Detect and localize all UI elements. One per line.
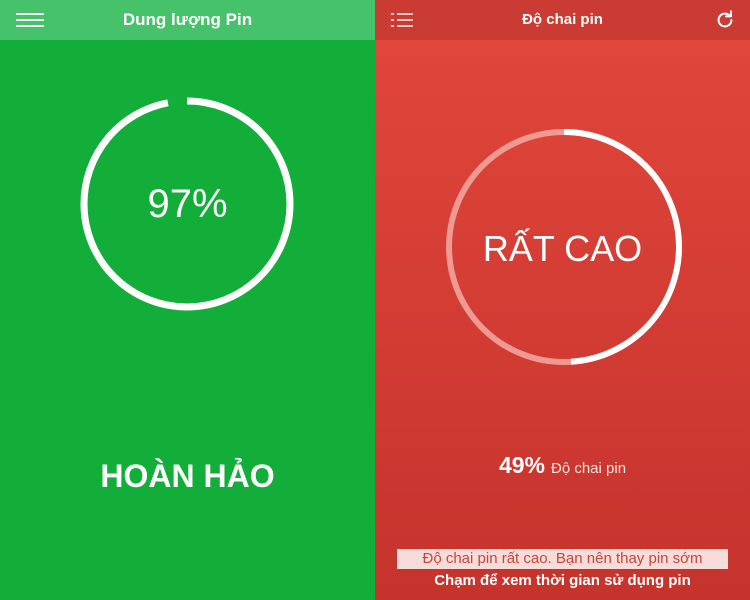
wear-label: Độ chai pin bbox=[551, 460, 627, 477]
wear-percent: 49% bbox=[498, 452, 545, 478]
wear-title: Độ chai pin bbox=[522, 11, 603, 28]
wear-advice: Độ chai pin rất cao. Bạn nên thay pin sớ… bbox=[397, 549, 728, 569]
wear-level: RẤT CAO bbox=[482, 228, 643, 269]
capacity-title: Dung lượng Pin bbox=[122, 10, 253, 29]
battery-capacity-panel: Dung lượng Pin 97% HOÀN HẢO bbox=[0, 0, 375, 600]
usage-time-link[interactable]: Chạm để xem thời gian sử dụng pin bbox=[375, 572, 750, 589]
battery-wear-panel: Độ chai pin RẤT CAO 49% Độ chai pin Độ ch… bbox=[375, 0, 750, 600]
refresh-icon[interactable] bbox=[714, 9, 736, 31]
wear-summary: 49% Độ chai pin bbox=[375, 452, 750, 479]
capacity-status: HOÀN HẢO bbox=[100, 458, 275, 494]
capacity-percent: 97% bbox=[147, 182, 228, 226]
